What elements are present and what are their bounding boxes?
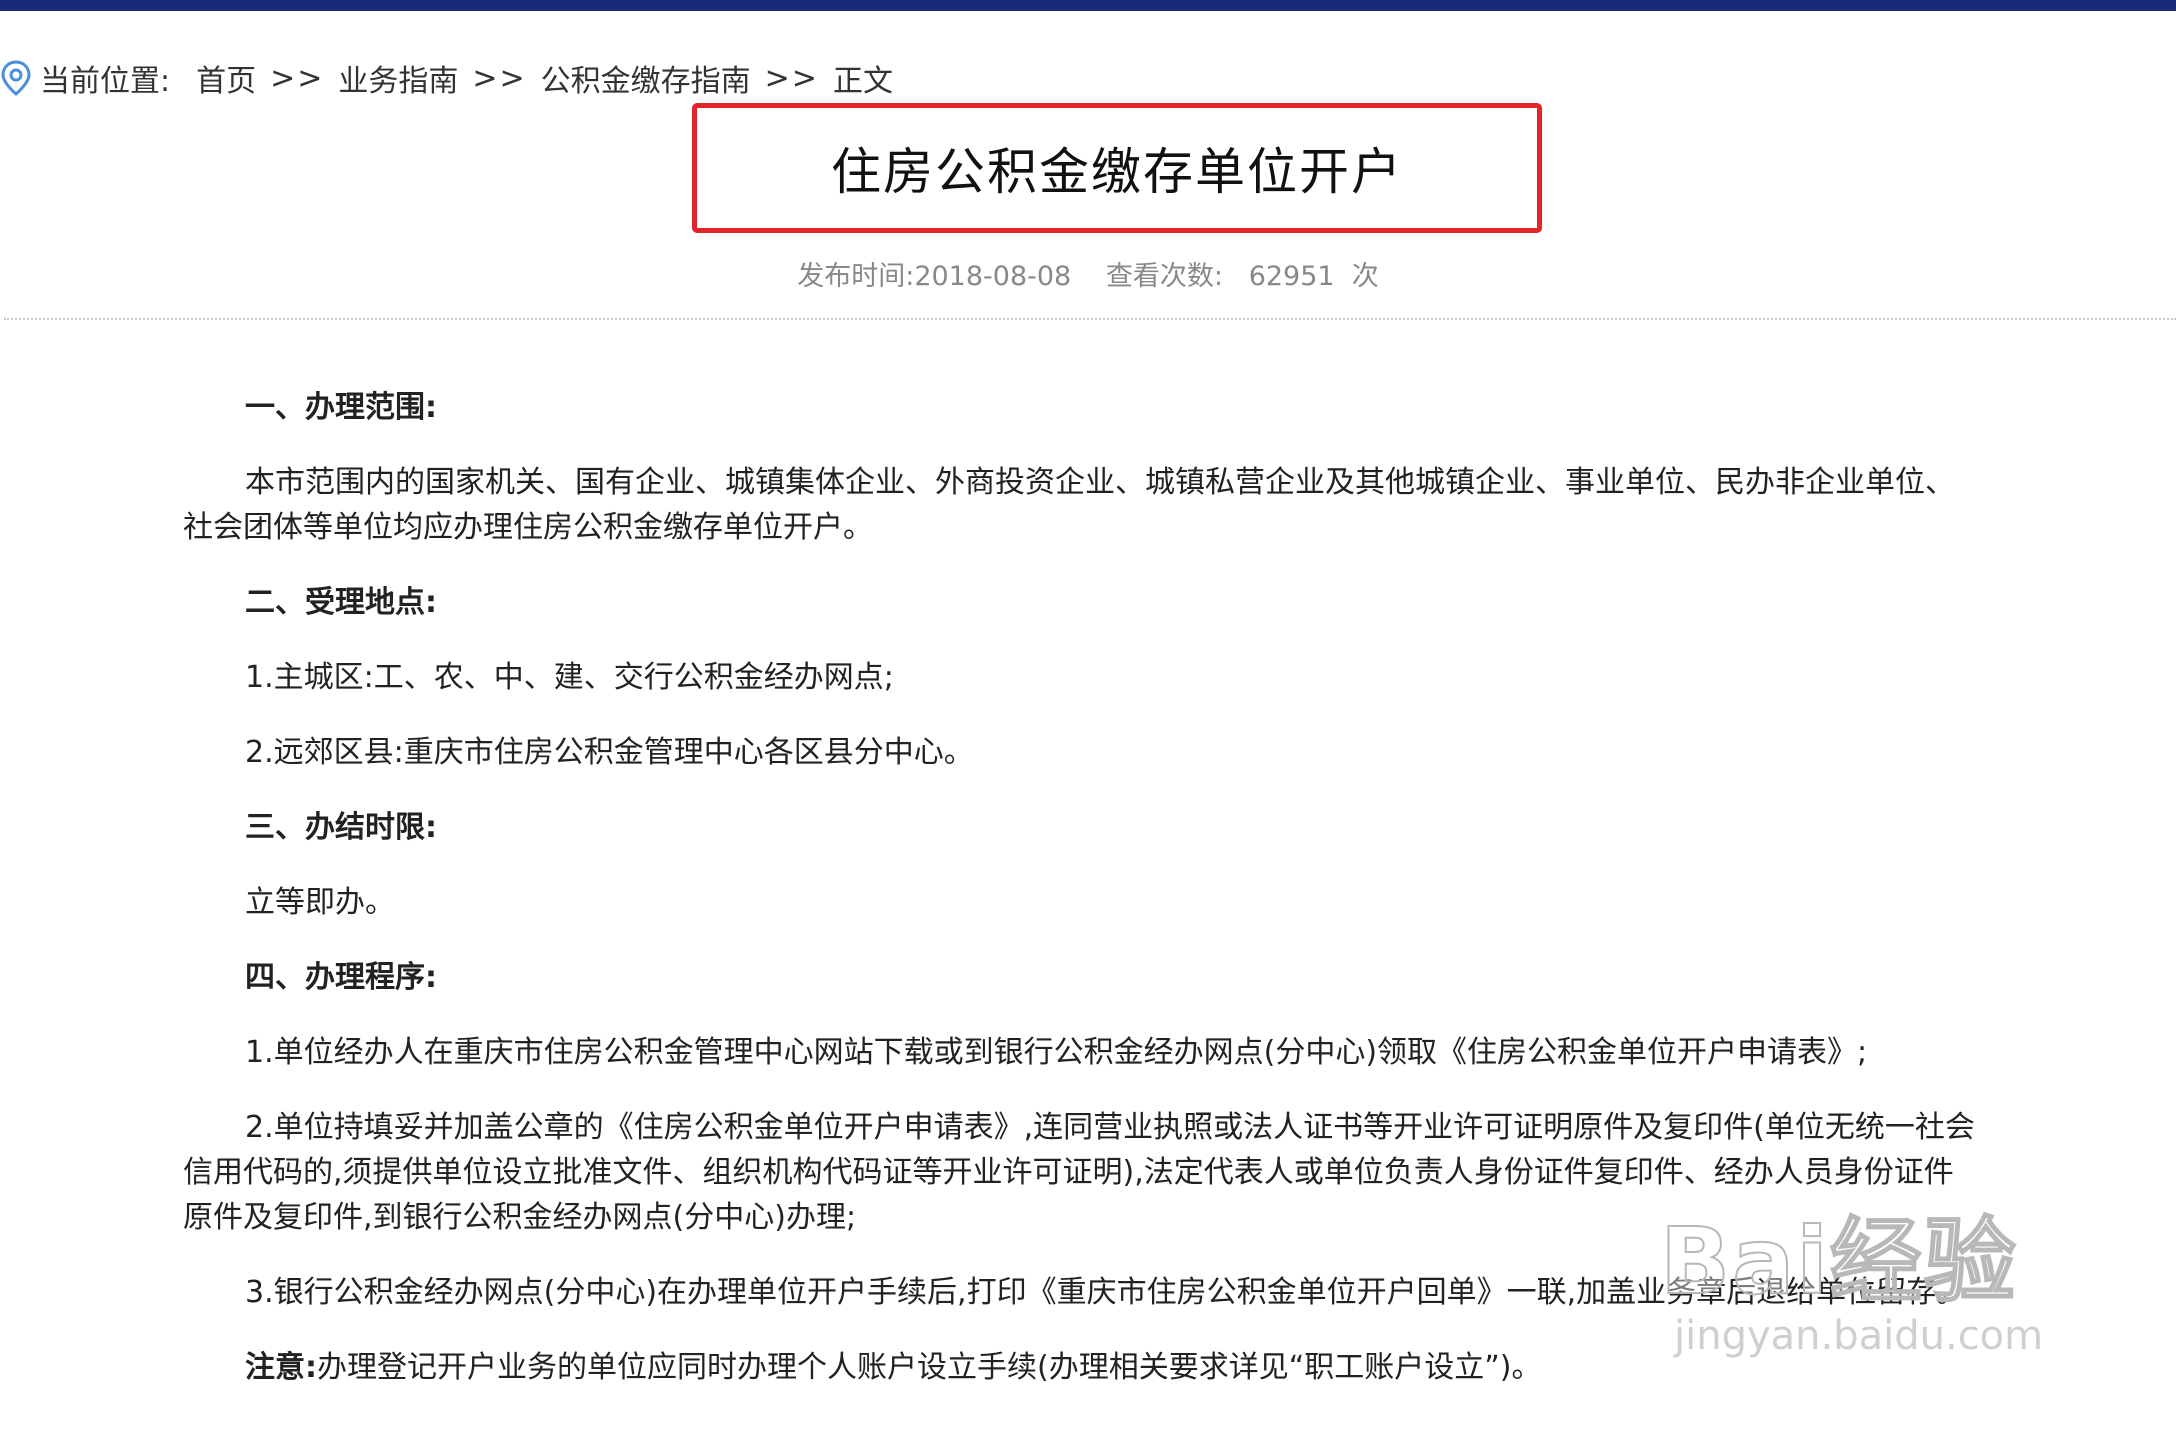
breadcrumb-current: 正文 [832,64,893,99]
breadcrumb-business-guide-link[interactable]: 业务指南 [338,56,458,100]
view-count-label: 查看次数: [1105,261,1223,292]
section-heading: 四、办理程序: [245,960,437,995]
location-pin-icon [1,60,31,96]
breadcrumb-separator: >> [764,60,819,96]
note-text: 办理登记开户业务的单位应同时办理个人账户设立手续(办理相关要求详见“职工账户设立… [317,1350,1542,1385]
section-paragraph: 2.远郊区县:重庆市住房公积金管理中心各区县分中心。 [245,735,974,770]
breadcrumb: 当前位置: 首页 >> 业务指南 >> 公积金缴存指南 >> 正文 [0,56,893,100]
section-paragraph: 本市范围内的国家机关、国有企业、城镇集体企业、外商投资企业、城镇私营企业及其他城… [183,465,1955,545]
note-paragraph: 注意:办理登记开户业务的单位应同时办理个人账户设立手续(办理相关要求详见“职工账… [183,1345,1983,1390]
section-heading: 一、办理范围: [245,390,437,425]
article-meta: 发布时间:2018-08-08 查看次数: 62951 次 [0,254,2176,293]
breadcrumb-label: 当前位置: [40,64,171,99]
note-label: 注意: [245,1350,317,1385]
top-header-bar [0,0,2176,11]
meta-divider [4,318,2176,320]
breadcrumb-deposit-guide-link[interactable]: 公积金缴存指南 [541,56,751,100]
section-paragraph: 立等即办。 [245,885,395,920]
breadcrumb-separator: >> [270,60,325,96]
view-count: 62951 [1248,261,1335,292]
section-heading: 三、办结时限: [245,810,437,845]
breadcrumb-home-link[interactable]: 首页 [196,56,256,100]
section-paragraph: 2.单位持填妥并加盖公章的《住房公积金单位开户申请表》,连同营业执照或法人证书等… [183,1110,1975,1235]
title-highlight-box: 住房公积金缴存单位开户 [692,103,1542,233]
section-paragraph: 1.主城区:工、农、中、建、交行公积金经办网点; [245,660,894,695]
section-paragraph: 3.银行公积金经办网点(分中心)在办理单位开户手续后,打印《重庆市住房公积金单位… [245,1275,1967,1310]
section-heading: 二、受理地点: [245,585,437,620]
view-count-unit: 次 [1351,261,1379,292]
section-paragraph: 1.单位经办人在重庆市住房公积金管理中心网站下载或到银行公积金经办网点(分中心)… [245,1035,1868,1070]
article-title: 住房公积金缴存单位开户 [831,143,1403,201]
publish-time: 发布时间:2018-08-08 [797,261,1072,292]
article-body: 一、办理范围: 本市范围内的国家机关、国有企业、城镇集体企业、外商投资企业、城镇… [183,385,1983,1420]
breadcrumb-separator: >> [472,60,527,96]
